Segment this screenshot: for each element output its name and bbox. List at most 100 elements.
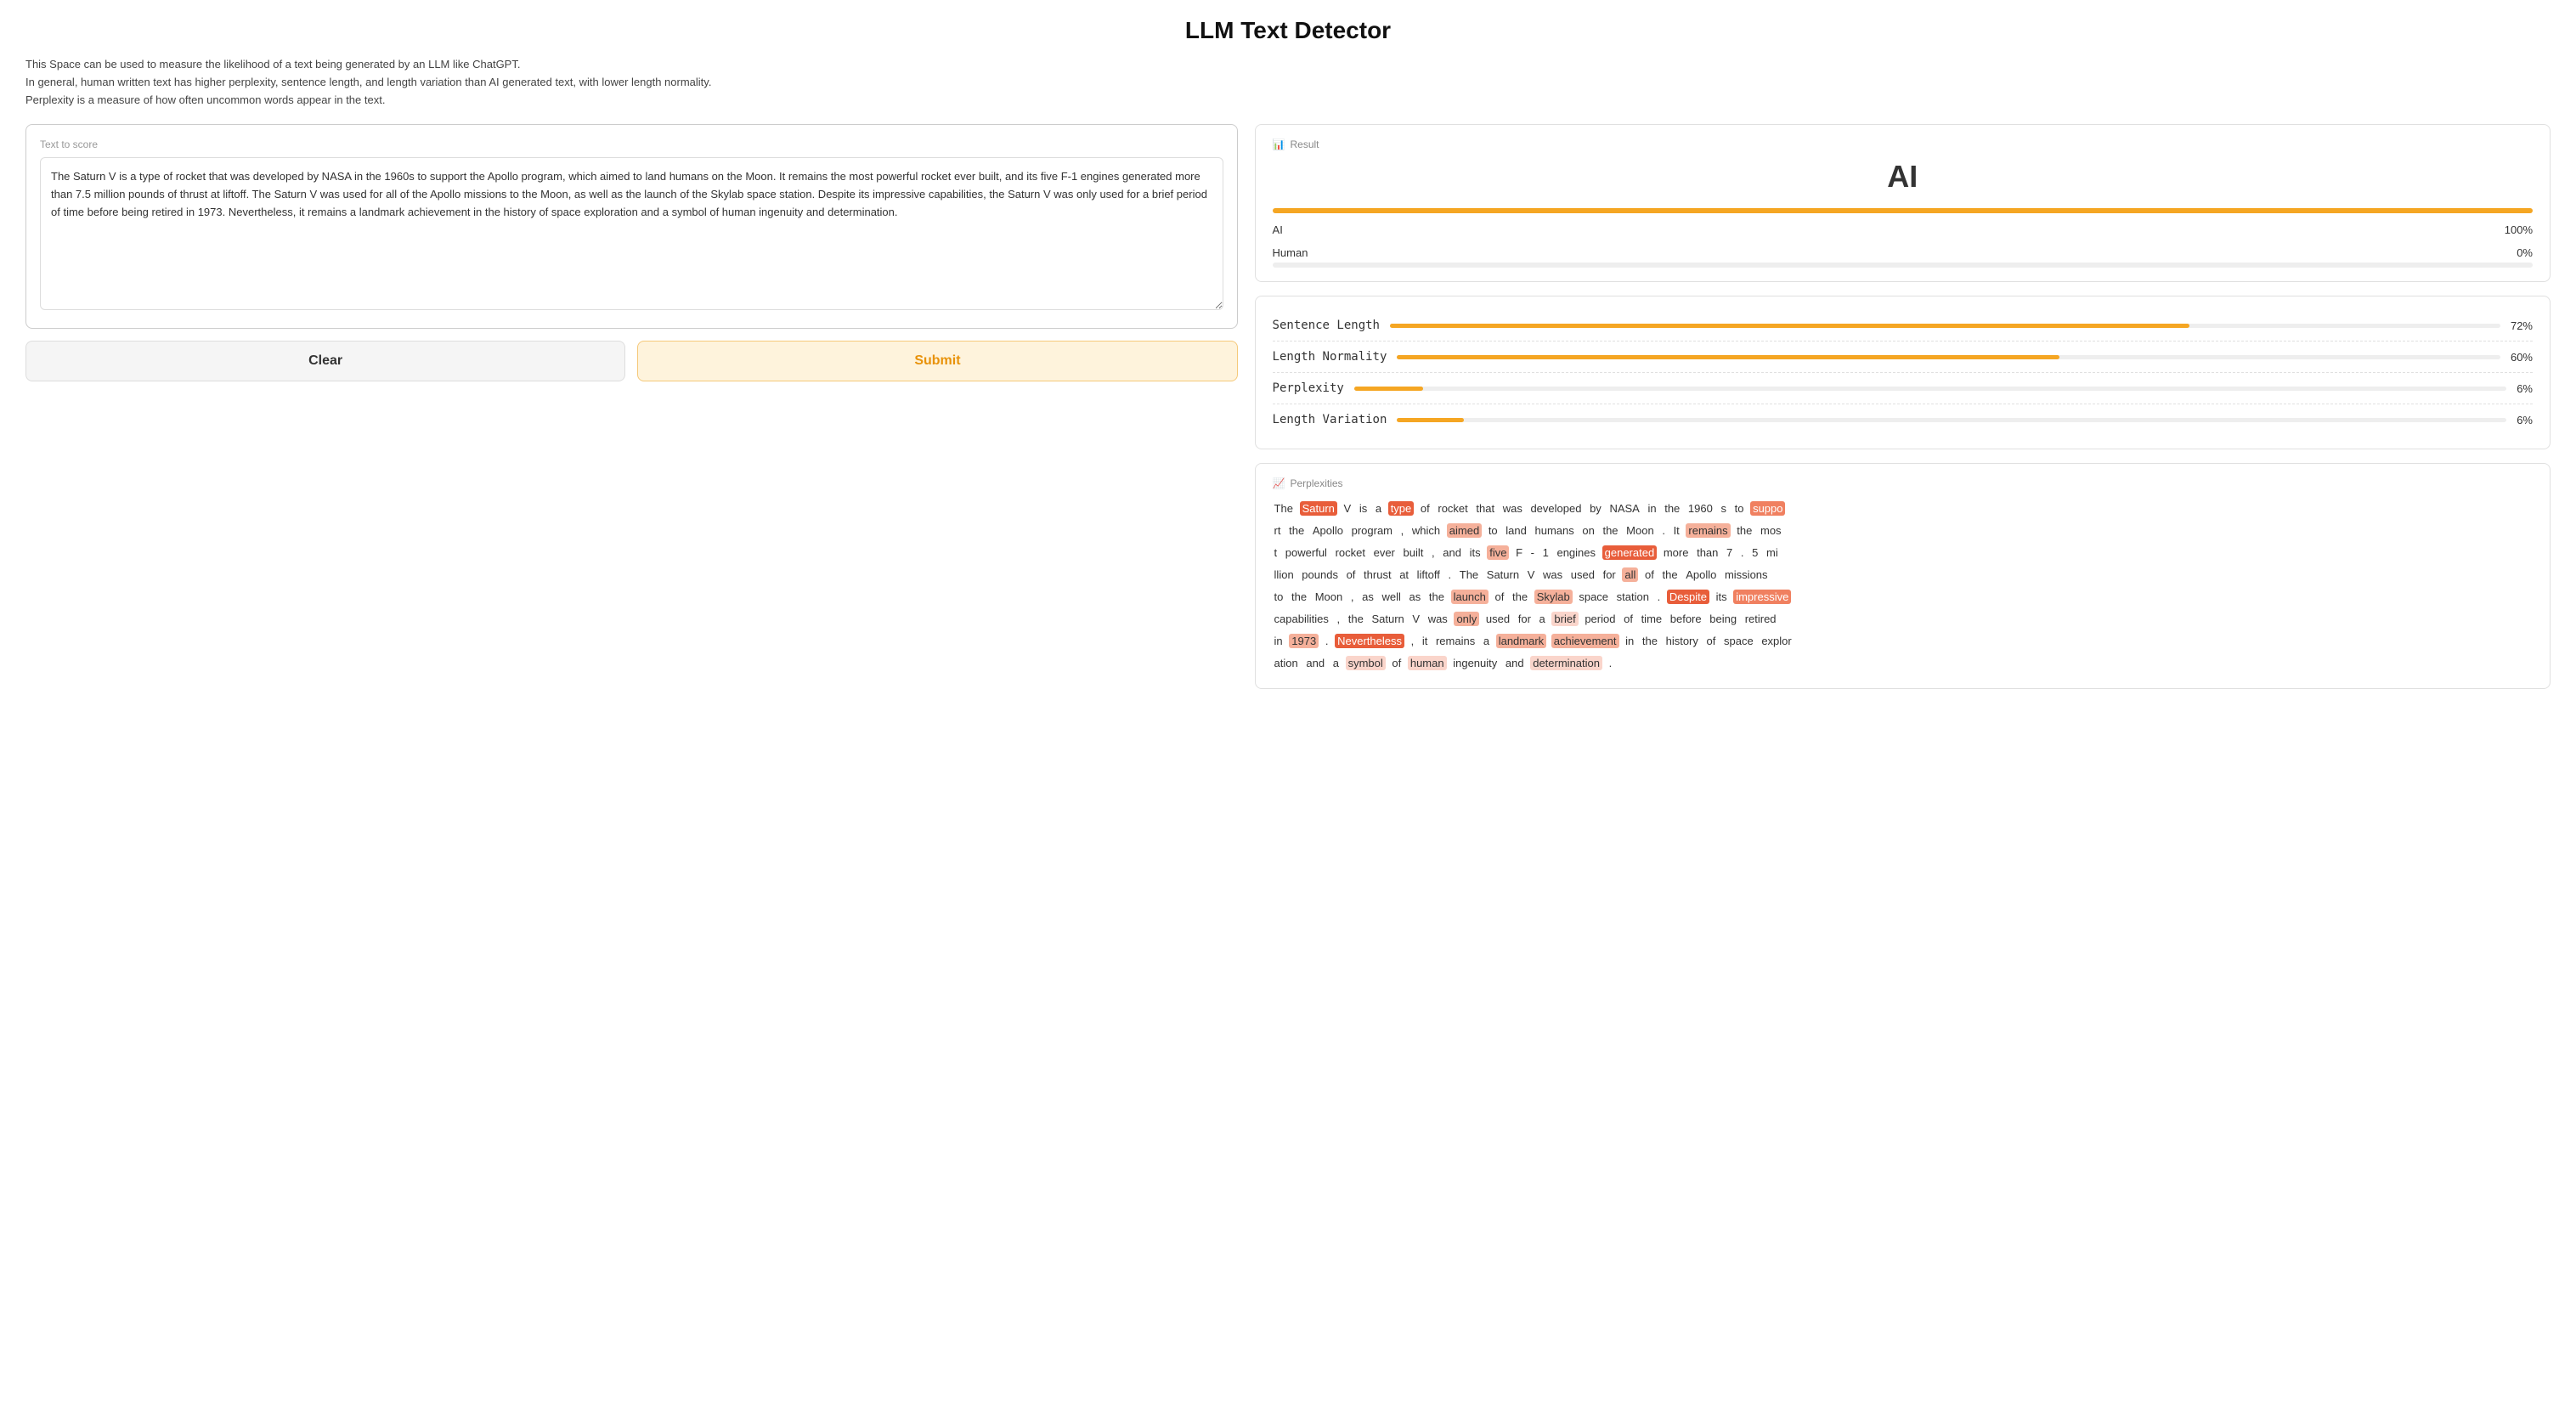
word-the3: the (1287, 523, 1306, 538)
word-rocket2: rocket (1334, 545, 1367, 560)
word-comma4: , (1336, 612, 1342, 626)
word-space2: space (1722, 634, 1755, 648)
word-dot5: . (1324, 634, 1330, 648)
word-ation: ation (1273, 656, 1300, 670)
word-despite: Despite (1667, 590, 1709, 604)
word-to2: to (1487, 523, 1500, 538)
human-label: Human (1273, 246, 1308, 259)
word-moon2: Moon (1313, 590, 1345, 604)
word-is: is (1358, 501, 1369, 516)
word-all: all (1622, 567, 1638, 582)
word-as2: as (1408, 590, 1423, 604)
word-liftoff: liftoff (1415, 567, 1442, 582)
word-more: more (1662, 545, 1691, 560)
word-the12: the (1641, 634, 1659, 648)
word-missions: missions (1723, 567, 1770, 582)
word-llion: llion (1273, 567, 1296, 582)
word-powerful: powerful (1284, 545, 1329, 560)
word-a2: a (1538, 612, 1547, 626)
word-five: five (1487, 545, 1509, 560)
word-dot6: . (1607, 656, 1614, 670)
text-input[interactable]: The Saturn V is a type of rocket that wa… (40, 157, 1223, 310)
word-aimed: aimed (1447, 523, 1482, 538)
submit-button[interactable]: Submit (637, 341, 1237, 381)
ai-bar (1273, 208, 2533, 213)
word-the6: The (1458, 567, 1480, 582)
word-the5: the (1735, 523, 1754, 538)
word-as1: as (1360, 590, 1376, 604)
word-time: time (1640, 612, 1664, 626)
input-label: Text to score (40, 138, 1223, 150)
word-mos: mos (1759, 523, 1783, 538)
word-in2: in (1273, 634, 1285, 648)
word-of1: of (1419, 501, 1432, 516)
bar-sentence-length (1390, 324, 2189, 328)
result-label: AI (1273, 159, 2533, 195)
ai-metric-row (1273, 208, 2533, 213)
word-it2: it (1421, 634, 1430, 648)
word-support: suppo (1750, 501, 1785, 516)
word-history: history (1664, 634, 1700, 648)
word-land: land (1504, 523, 1528, 538)
result-icon: 📊 (1273, 138, 1285, 150)
word-station: station (1615, 590, 1651, 604)
word-ever: ever (1372, 545, 1397, 560)
word-to3: to (1273, 590, 1285, 604)
word-capabilities: capabilities (1273, 612, 1330, 626)
human-metric-labels: Human 0% (1273, 246, 2533, 259)
clear-button[interactable]: Clear (25, 341, 625, 381)
word-used1: used (1569, 567, 1596, 582)
word-comma1: , (1399, 523, 1406, 538)
perplexities-card-header: 📈 Perplexities (1273, 477, 2533, 489)
left-panel: Text to score The Saturn V is a type of … (25, 124, 1238, 381)
word-the11: the (1347, 612, 1365, 626)
word-and3: and (1504, 656, 1526, 670)
word-of7: of (1390, 656, 1403, 670)
word-saturn3: Saturn (1370, 612, 1405, 626)
word-the7: the (1661, 567, 1680, 582)
input-box: Text to score The Saturn V is a type of … (25, 124, 1238, 329)
word-comma2: , (1430, 545, 1437, 560)
word-at: at (1398, 567, 1410, 582)
perplexities-icon: 📈 (1273, 477, 1285, 489)
word-humans: humans (1533, 523, 1575, 538)
word-moon1: Moon (1624, 523, 1656, 538)
word-a1: a (1374, 501, 1383, 516)
perplexities-text: The Saturn V is a type of rocket that wa… (1273, 498, 2533, 675)
word-ingenuity: ingenuity (1451, 656, 1499, 670)
word-was1: was (1501, 501, 1524, 516)
word-v3: V (1410, 612, 1421, 626)
word-which: which (1410, 523, 1442, 538)
word-of6: of (1705, 634, 1718, 648)
word-v2: V (1526, 567, 1537, 582)
word-5: 5 (1750, 545, 1760, 560)
word-dot3: . (1447, 567, 1454, 582)
word-dot2: . (1739, 545, 1746, 560)
word-of3: of (1643, 567, 1656, 582)
word-1973: 1973 (1289, 634, 1319, 648)
word-remains1: remains (1686, 523, 1730, 538)
word-of4: of (1494, 590, 1506, 604)
result-card: 📊 Result AI AI 100% Human 0% (1255, 124, 2551, 282)
word-only: only (1454, 612, 1479, 626)
word-the1: The (1273, 501, 1295, 516)
human-pct: 0% (2517, 246, 2533, 259)
word-a3: a (1482, 634, 1491, 648)
metric-row-3: Length Variation 6% (1273, 404, 2533, 435)
button-row: Clear Submit (25, 341, 1238, 381)
word-7: 7 (1725, 545, 1734, 560)
word-to1: to (1733, 501, 1746, 516)
word-than1: than (1695, 545, 1720, 560)
perplexities-card: 📈 Perplexities The Saturn V is a type of… (1255, 463, 2551, 689)
bar-perplexity (1354, 387, 1423, 391)
word-its2: its (1715, 590, 1729, 604)
word-for2: for (1517, 612, 1533, 626)
word-comma5: , (1409, 634, 1416, 648)
word-rt: rt (1273, 523, 1283, 538)
word-achievement: achievement (1551, 634, 1619, 648)
word-pounds: pounds (1300, 567, 1340, 582)
word-v1: V (1342, 501, 1353, 516)
metric-row-2: Perplexity 6% (1273, 373, 2533, 404)
bar-length-normality (1397, 355, 2059, 359)
ai-metric-labels: AI 100% (1273, 223, 2533, 236)
